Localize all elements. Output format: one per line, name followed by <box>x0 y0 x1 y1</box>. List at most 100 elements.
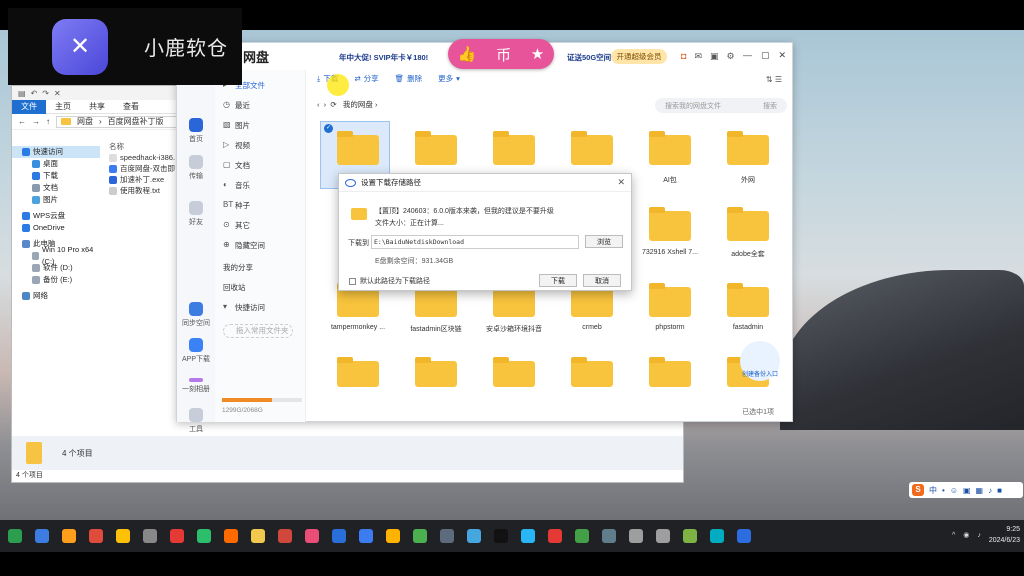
sidebar-item-2[interactable]: ▧ 图片 <box>215 120 306 131</box>
redo-icon[interactable]: ↷ <box>42 89 49 98</box>
undo-icon[interactable]: ↶ <box>31 89 38 98</box>
folder-icon[interactable] <box>727 283 769 317</box>
nav-item-star[interactable]: 快速访问 <box>12 146 100 158</box>
file-row[interactable]: speedhack-i386. <box>109 152 175 163</box>
coin-icon[interactable]: 币 <box>496 44 511 65</box>
breadcrumb-root[interactable]: 网盘 <box>77 116 93 127</box>
network-icon[interactable]: ◉ <box>963 531 969 539</box>
theme-icon[interactable]: ▣ <box>710 51 719 62</box>
maximize-icon[interactable]: ▢ <box>761 50 770 61</box>
sidebar-item-7[interactable]: ⊙ 其它 <box>215 220 306 231</box>
taskbar-app-icon[interactable] <box>602 529 616 543</box>
nav-item-desktop[interactable]: 桌面 <box>22 158 100 170</box>
sidebar-item-5[interactable]: ◐ 音乐 <box>215 180 306 191</box>
sidebar-item-11[interactable]: ▾ 快捷访问 <box>215 302 306 313</box>
taskbar-app-icon[interactable] <box>521 529 535 543</box>
folder-label[interactable]: 安卓沙箱环境抖音 <box>477 324 551 334</box>
taskbar-app-icon[interactable] <box>116 529 130 543</box>
save-icon[interactable]: ▤ <box>18 89 26 98</box>
rail-app-download[interactable]: APP下载 <box>177 338 215 364</box>
folder-icon[interactable] <box>493 131 535 165</box>
mail-icon[interactable]: ✉ <box>694 51 702 62</box>
taskbar-app-icon[interactable] <box>8 529 22 543</box>
ime-punct-icon[interactable]: • <box>942 486 945 495</box>
vip-button[interactable]: 开通超级会员 <box>611 49 667 64</box>
sidebar-item-12[interactable]: 拖入常用文件夹 <box>223 324 293 338</box>
taskbar-app-icon[interactable] <box>683 529 697 543</box>
folder-label[interactable]: adobe全套 <box>711 249 785 259</box>
thumbs-up-icon[interactable]: 👍 <box>458 45 477 63</box>
search-button[interactable]: 搜索 <box>763 101 777 111</box>
share-button[interactable]: ⇄ 分享 <box>354 73 378 84</box>
promo-banner-2[interactable]: 证送50G空间 <box>567 52 611 63</box>
taskbar-app-icon[interactable] <box>62 529 76 543</box>
settings-gear-icon[interactable]: ⚙ <box>727 51 735 62</box>
nav-item-download[interactable]: 下载 <box>22 170 100 182</box>
rail-home[interactable]: 首页 <box>177 118 215 144</box>
cancel-button[interactable]: 取消 <box>583 274 621 287</box>
back-arrow-icon[interactable]: ← <box>18 117 26 126</box>
file-row[interactable]: 使用教程.txt <box>109 185 175 196</box>
folder-label[interactable]: crmeb <box>555 324 629 331</box>
sidebar-item-9[interactable]: 我的分享 <box>203 262 294 273</box>
nav-item-drive[interactable]: 备份 (E:) <box>22 274 100 286</box>
refresh-icon[interactable]: ⟳ <box>330 100 336 109</box>
folder-label[interactable]: tampermonkey ... <box>321 324 395 331</box>
folder-icon[interactable] <box>727 131 769 165</box>
file-row[interactable]: 百度网盘-双击即 <box>109 163 175 174</box>
forward-arrow-icon[interactable]: → <box>32 117 40 126</box>
folder-icon[interactable] <box>415 357 457 387</box>
folder-label[interactable]: fastadmin <box>711 324 785 331</box>
ime-mode-chinese[interactable]: 中 <box>929 485 937 496</box>
nav-item-cloud[interactable]: OneDrive <box>22 222 100 234</box>
nav-back-icon[interactable]: ‹ <box>317 100 320 109</box>
taskbar-app-icon[interactable] <box>197 529 211 543</box>
folder-label[interactable]: 732916 Xshell 7... <box>633 249 707 256</box>
folder-icon[interactable] <box>649 207 691 241</box>
tray-up-icon[interactable]: ^ <box>952 532 955 539</box>
taskbar-app-icon[interactable] <box>386 529 400 543</box>
ime-tools-icon[interactable]: ▦ <box>976 486 984 495</box>
sidebar-item-8[interactable]: ⊕ 隐藏空间 <box>215 240 306 251</box>
sidebar-item-10[interactable]: 回收站 <box>203 282 294 293</box>
nav-item-picture[interactable]: 图片 <box>22 194 100 206</box>
folder-icon[interactable] <box>337 283 379 317</box>
folder-label[interactable]: fastadmin区块链 <box>399 324 473 334</box>
taskbar-app-icon[interactable] <box>413 529 427 543</box>
folder-icon[interactable] <box>337 357 379 387</box>
taskbar-app-icon[interactable] <box>737 529 751 543</box>
download-path-input[interactable] <box>371 235 579 249</box>
breadcrumb-root[interactable]: 我的网盘 <box>343 100 373 109</box>
close-icon[interactable]: ✕ <box>617 177 625 188</box>
folder-icon[interactable] <box>415 283 457 317</box>
ime-keyboard-icon[interactable]: ▣ <box>963 486 971 495</box>
default-path-checkbox[interactable]: 默认此路径为下载路径 <box>349 276 430 286</box>
tab-home[interactable]: 主页 <box>46 101 80 112</box>
sidebar-item-3[interactable]: ▷ 视频 <box>215 140 306 151</box>
rail-friends[interactable]: 好友 <box>177 201 215 227</box>
folder-icon[interactable] <box>649 131 691 165</box>
folder-icon[interactable] <box>493 283 535 317</box>
sidebar-item-1[interactable]: ◷ 最近 <box>215 100 306 111</box>
more-button[interactable]: 更多 ▾ <box>438 73 460 84</box>
taskbar-app-icon[interactable] <box>629 529 643 543</box>
delete-button[interactable]: 🗑 删除 <box>395 73 423 84</box>
backup-entry[interactable]: 创建备份入口 <box>740 341 780 381</box>
rail-tools[interactable]: 工具 <box>177 408 215 434</box>
folder-icon[interactable] <box>571 283 613 317</box>
clock[interactable]: 9:25 2024/6/23 <box>989 524 1020 546</box>
nav-forward-icon[interactable]: › <box>324 100 327 109</box>
rail-transfer[interactable]: 传输 <box>177 155 215 181</box>
folder-icon[interactable] <box>571 357 613 387</box>
taskbar-app-icon[interactable] <box>656 529 670 543</box>
close-icon[interactable]: ✕ <box>778 50 786 61</box>
taskbar-app-icon[interactable] <box>332 529 346 543</box>
taskbar-app-icon[interactable] <box>251 529 265 543</box>
sidebar-item-4[interactable]: ▢ 文档 <box>215 160 306 171</box>
folder-icon[interactable] <box>493 357 535 387</box>
taskbar-app-icon[interactable] <box>440 529 454 543</box>
taskbar-app-icon[interactable] <box>359 529 373 543</box>
file-row[interactable]: 加速补丁.exe <box>109 174 175 185</box>
nav-item-drive[interactable]: Win 10 Pro x64 (C:) <box>22 245 100 266</box>
browse-button[interactable]: 浏览 <box>585 235 623 248</box>
